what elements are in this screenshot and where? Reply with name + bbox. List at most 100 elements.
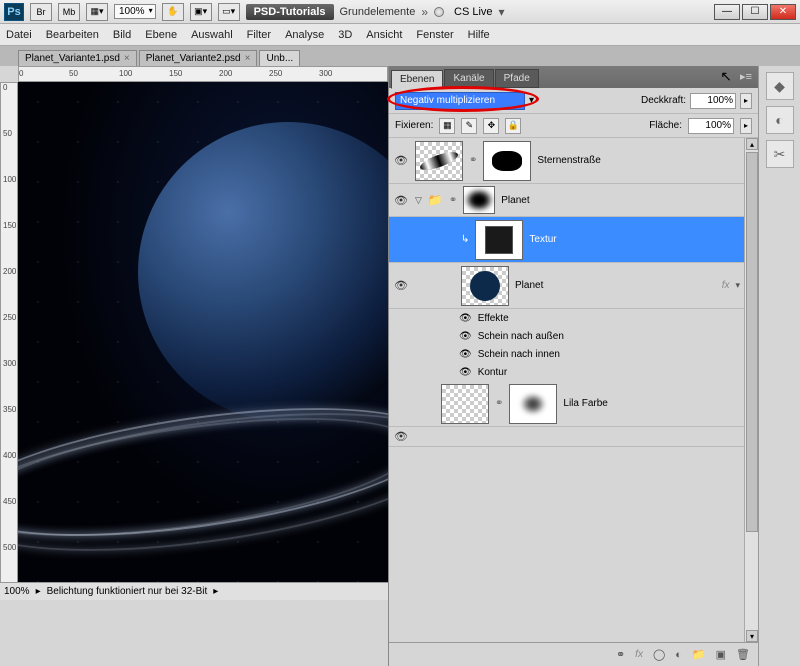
menu-ansicht[interactable]: Ansicht	[366, 29, 402, 41]
menu-auswahl[interactable]: Auswahl	[191, 29, 233, 41]
panel-tabs: Ebenen Kanäle Pfade ↖ ▸≡	[389, 66, 758, 88]
dock-paths-icon[interactable]: ✂	[766, 140, 794, 168]
canvas[interactable]	[18, 82, 388, 582]
menu-bearbeiten[interactable]: Bearbeiten	[46, 29, 99, 41]
maximize-button[interactable]: ☐	[742, 4, 768, 20]
layer-name[interactable]: Textur	[529, 234, 740, 245]
panel-menu-icon[interactable]: ▸≡	[740, 70, 752, 83]
layer-name[interactable]: Sternenstraße	[537, 155, 740, 166]
visibility-icon[interactable]: 👁	[393, 194, 409, 207]
effect-item[interactable]: 👁Kontur	[389, 363, 744, 381]
layer-row[interactable]: 👁 ⚭ Sternenstraße	[389, 138, 744, 184]
document-tab-bar: Planet_Variante1.psd × Planet_Variante2.…	[0, 46, 800, 66]
opacity-field[interactable]	[690, 93, 736, 109]
adjustment-icon[interactable]: ◐	[675, 649, 682, 661]
close-icon[interactable]: ×	[124, 53, 130, 64]
right-dock: ◆ ◐ ✂	[758, 66, 800, 666]
lock-position-icon[interactable]: ✥	[483, 118, 499, 134]
disclosure-icon[interactable]: ▽	[415, 195, 422, 206]
doc-tab[interactable]: Planet_Variante2.psd ×	[139, 50, 258, 66]
link-icon[interactable]: ⚭	[495, 398, 503, 409]
minimize-button[interactable]: —	[714, 4, 740, 20]
psd-tutorials-badge: PSD-Tutorials	[246, 4, 334, 20]
workspace-chevron-icon[interactable]: »	[421, 5, 428, 19]
menu-hilfe[interactable]: Hilfe	[468, 29, 490, 41]
menu-datei[interactable]: Datei	[6, 29, 32, 41]
mask-thumb[interactable]	[463, 186, 495, 214]
blend-mode-dropdown[interactable]: Negativ multiplizieren	[395, 92, 525, 110]
cslive-label[interactable]: CS Live	[454, 6, 493, 18]
tab-kanaele[interactable]: Kanäle	[444, 69, 493, 88]
layer-name[interactable]: Planet	[501, 195, 740, 206]
fill-slider-button[interactable]: ▸	[740, 118, 752, 134]
hand-button[interactable]: ✋	[162, 3, 184, 21]
menu-3d[interactable]: 3D	[338, 29, 352, 41]
layer-row[interactable]: ⚭ Lila Farbe	[389, 381, 744, 427]
screenmode-button[interactable]: ▭▾	[218, 3, 240, 21]
dock-layers-icon[interactable]: ◆	[766, 72, 794, 100]
layer-name[interactable]: Lila Farbe	[563, 398, 740, 409]
tab-pfade[interactable]: Pfade	[495, 69, 539, 88]
menu-bild[interactable]: Bild	[113, 29, 131, 41]
minibridge-button[interactable]: Mb	[58, 3, 80, 21]
doc-tab[interactable]: Planet_Variante1.psd ×	[18, 50, 137, 66]
layer-thumb[interactable]	[441, 384, 489, 424]
effect-item[interactable]: 👁Schein nach außen	[389, 327, 744, 345]
scrollbar[interactable]: ▴ ▾	[744, 138, 758, 642]
arrange-button[interactable]: ▣▾	[190, 3, 212, 21]
fx-icon[interactable]: fx	[635, 649, 643, 660]
blend-row: Negativ multiplizieren ▾ Deckkraft: ▸	[389, 88, 758, 114]
fx-badge[interactable]: fx	[722, 280, 730, 291]
workspace-name[interactable]: Grundelemente	[340, 6, 416, 18]
doc-tab-active[interactable]: Unb...	[259, 50, 300, 66]
layer-group-row[interactable]: 👁 ▽ 📁 ⚭ Planet	[389, 184, 744, 217]
lock-transparency-icon[interactable]: ▦	[439, 118, 455, 134]
mask-icon[interactable]: ◯	[653, 648, 665, 661]
bridge-button[interactable]: Br	[30, 3, 52, 21]
lock-pixels-icon[interactable]: ✎	[461, 118, 477, 134]
link-icon[interactable]: ⚭	[469, 155, 477, 166]
link-icon[interactable]: ⚭	[449, 195, 457, 206]
scroll-down-icon[interactable]: ▾	[746, 630, 758, 642]
mask-thumb[interactable]	[483, 141, 531, 181]
menu-fenster[interactable]: Fenster	[416, 29, 453, 41]
folder-icon: 📁	[428, 193, 443, 207]
visibility-icon[interactable]: 👁	[393, 430, 409, 443]
menu-bar: Datei Bearbeiten Bild Ebene Auswahl Filt…	[0, 24, 800, 46]
lock-label: Fixieren:	[395, 120, 433, 131]
lock-all-icon[interactable]: 🔒	[505, 118, 521, 134]
close-icon[interactable]: ×	[245, 53, 251, 64]
view-extras-button[interactable]: ▦▾	[86, 3, 108, 21]
layer-thumb[interactable]	[415, 141, 463, 181]
effect-item[interactable]: 👁Schein nach innen	[389, 345, 744, 363]
opacity-slider-button[interactable]: ▸	[740, 93, 752, 109]
new-layer-icon[interactable]: ▣	[716, 648, 726, 661]
layer-thumb[interactable]	[475, 220, 523, 260]
status-zoom[interactable]: 100%	[4, 586, 30, 597]
layer-row[interactable]: 👁 Planet fx▾	[389, 263, 744, 309]
link-layers-icon[interactable]: ⚭	[616, 648, 625, 661]
layer-row-selected[interactable]: ↳ Textur	[389, 217, 744, 263]
menu-analyse[interactable]: Analyse	[285, 29, 324, 41]
effects-header[interactable]: 👁Effekte	[389, 309, 744, 327]
dock-adjustments-icon[interactable]: ◐	[766, 106, 794, 134]
zoom-dropdown[interactable]: 100%	[114, 4, 156, 19]
menu-filter[interactable]: Filter	[247, 29, 271, 41]
visibility-icon[interactable]: 👁	[393, 154, 409, 167]
ruler-vertical: 050100150200250300350400450500	[0, 82, 18, 600]
group-icon[interactable]: 📁	[692, 648, 706, 661]
menu-ebene[interactable]: Ebene	[145, 29, 177, 41]
close-button[interactable]: ✕	[770, 4, 796, 20]
layers-panel: Ebenen Kanäle Pfade ↖ ▸≡ Negativ multipl…	[388, 66, 758, 666]
work-area: 050100150200250300 050100150200250300350…	[0, 66, 800, 600]
delete-icon[interactable]: 🗑	[736, 648, 750, 661]
layer-name[interactable]: Planet	[515, 280, 716, 291]
layer-thumb[interactable]	[461, 266, 509, 306]
tab-ebenen[interactable]: Ebenen	[391, 70, 443, 89]
scroll-up-icon[interactable]: ▴	[746, 138, 758, 150]
layer-row[interactable]: 👁	[389, 427, 744, 447]
fill-field[interactable]	[688, 118, 734, 134]
mask-thumb[interactable]	[509, 384, 557, 424]
visibility-icon[interactable]: 👁	[393, 279, 409, 292]
scroll-thumb[interactable]	[746, 152, 758, 532]
